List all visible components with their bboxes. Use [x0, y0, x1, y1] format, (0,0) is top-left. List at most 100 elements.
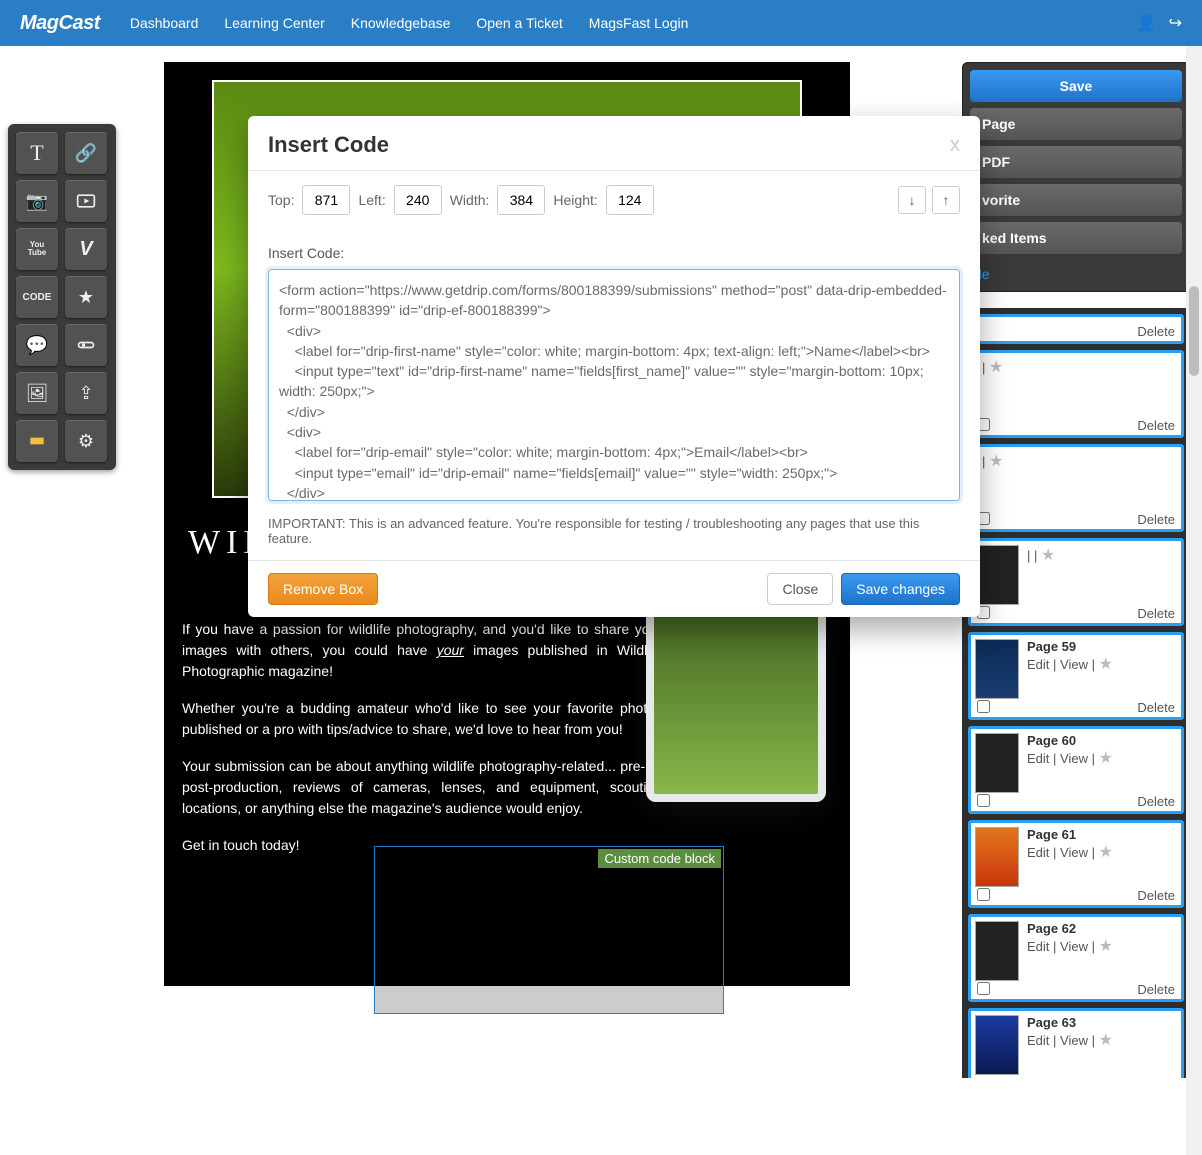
width-input[interactable]: [497, 185, 545, 215]
nav-learning-center[interactable]: Learning Center: [224, 15, 324, 31]
page-title: Page 59: [1027, 639, 1177, 654]
code-tool[interactable]: CODE: [16, 276, 58, 318]
bring-front-button[interactable]: ↑: [932, 186, 960, 214]
nav-magsfast-login[interactable]: MagsFast Login: [589, 15, 689, 31]
slider-tool[interactable]: [65, 324, 107, 366]
page-delete[interactable]: Delete: [1137, 700, 1175, 715]
page-card[interactable]: Page 62Edit | View | ★Delete: [968, 914, 1184, 1002]
left-input[interactable]: [394, 185, 442, 215]
nav-links: Dashboard Learning Center Knowledgebase …: [130, 15, 689, 31]
height-label: Height:: [553, 192, 597, 208]
page-delete[interactable]: Delete: [1137, 512, 1175, 527]
highlight-tool[interactable]: [16, 420, 58, 462]
nav-knowledgebase[interactable]: Knowledgebase: [351, 15, 451, 31]
text-tool[interactable]: T: [16, 132, 58, 174]
body-paragraph-3: Your submission can be about anything wi…: [182, 756, 662, 819]
page-view[interactable]: View: [1060, 939, 1088, 954]
page-delete[interactable]: Delete: [1137, 794, 1175, 809]
panel-link[interactable]: de: [970, 260, 1182, 284]
page-delete[interactable]: Delete: [1137, 888, 1175, 903]
page-title: Page 60: [1027, 733, 1177, 748]
width-label: Width:: [450, 192, 490, 208]
page-view[interactable]: View: [1060, 657, 1088, 672]
user-icon[interactable]: 👤: [1137, 13, 1157, 33]
video-tool[interactable]: [65, 180, 107, 222]
page-checkbox[interactable]: [977, 888, 990, 901]
page-delete[interactable]: Delete: [1137, 418, 1175, 433]
page-title: Page 63: [1027, 1015, 1177, 1030]
code-block-label: Custom code block: [598, 849, 721, 868]
link-tool[interactable]: 🔗: [65, 132, 107, 174]
modal-title: Insert Code: [268, 132, 389, 158]
star-icon[interactable]: ★: [989, 359, 1003, 376]
vimeo-tool[interactable]: V: [65, 228, 107, 270]
body-paragraph-2: Whether you're a budding amateur who'd l…: [182, 698, 662, 740]
page-thumbnail: [975, 639, 1019, 699]
page-view[interactable]: View: [1060, 1033, 1088, 1048]
page-edit[interactable]: Edit: [1027, 939, 1049, 954]
custom-code-block[interactable]: Custom code block: [374, 846, 724, 1014]
page-edit[interactable]: Edit: [1027, 1033, 1049, 1048]
page-card[interactable]: Page 63Edit | View | ★: [968, 1008, 1184, 1078]
page-thumbnail: [975, 1015, 1019, 1075]
send-back-button[interactable]: ↓: [898, 186, 926, 214]
insert-code-modal: Insert Code x Top: Left: Width: Height: …: [248, 116, 980, 617]
page-delete[interactable]: Delete: [1137, 982, 1175, 997]
star-icon[interactable]: ★: [1099, 750, 1113, 767]
top-input[interactable]: [302, 185, 350, 215]
save-button[interactable]: Save: [970, 70, 1182, 102]
code-textarea[interactable]: [268, 269, 960, 501]
page-card[interactable]: | | ★Delete: [968, 538, 1184, 626]
page-button[interactable]: Page: [970, 108, 1182, 140]
modal-close-icon[interactable]: x: [950, 134, 960, 157]
star-icon[interactable]: ★: [1099, 1032, 1113, 1049]
logout-icon[interactable]: ↪: [1169, 13, 1182, 33]
page-checkbox[interactable]: [977, 700, 990, 713]
favorite-tool[interactable]: ★: [65, 276, 107, 318]
star-icon[interactable]: ★: [1099, 656, 1113, 673]
height-input[interactable]: [606, 185, 654, 215]
body-paragraph-1: If you have a passion for wildlife photo…: [182, 619, 662, 682]
youtube-tool[interactable]: YouTube: [16, 228, 58, 270]
image-tool[interactable]: 📷: [16, 180, 58, 222]
page-scrollbar[interactable]: [1186, 46, 1202, 1155]
left-label: Left:: [358, 192, 385, 208]
page-card[interactable]: | | ★Delete: [968, 444, 1184, 532]
page-delete[interactable]: Delete: [1137, 606, 1175, 621]
linked-items-button[interactable]: ked Items: [970, 222, 1182, 254]
scroll-thumb[interactable]: [1189, 286, 1199, 376]
star-icon[interactable]: ★: [989, 453, 1003, 470]
page-checkbox[interactable]: [977, 982, 990, 995]
page-card[interactable]: Page 60Edit | View | ★Delete: [968, 726, 1184, 814]
page-view[interactable]: View: [1060, 751, 1088, 766]
page-edit[interactable]: Edit: [1027, 657, 1049, 672]
export-tool[interactable]: ⇪: [65, 372, 107, 414]
page-delete[interactable]: Delete: [1137, 324, 1175, 339]
nav-open-ticket[interactable]: Open a Ticket: [476, 15, 562, 31]
page-edit[interactable]: Edit: [1027, 751, 1049, 766]
pdf-button[interactable]: PDF: [970, 146, 1182, 178]
page-card[interactable]: Page 59Edit | View | ★Delete: [968, 632, 1184, 720]
page-thumbnail: [975, 921, 1019, 981]
top-label: Top:: [268, 192, 294, 208]
insert-code-label: Insert Code:: [268, 245, 960, 261]
settings-tool[interactable]: ⚙: [65, 420, 107, 462]
close-button[interactable]: Close: [767, 573, 833, 605]
remove-box-button[interactable]: Remove Box: [268, 573, 378, 605]
star-icon[interactable]: ★: [1041, 547, 1055, 564]
star-icon[interactable]: ★: [1099, 844, 1113, 861]
page-edit[interactable]: Edit: [1027, 845, 1049, 860]
favorite-button[interactable]: vorite: [970, 184, 1182, 216]
page-thumbnail: [975, 545, 1019, 605]
page-checkbox[interactable]: [977, 794, 990, 807]
star-icon[interactable]: ★: [1099, 938, 1113, 955]
page-card[interactable]: | | ★Delete: [968, 350, 1184, 438]
pages-list[interactable]: Delete | | ★Delete | | ★Delete | | ★Dele…: [962, 308, 1190, 1078]
page-view[interactable]: View: [1060, 845, 1088, 860]
nav-dashboard[interactable]: Dashboard: [130, 15, 199, 31]
gallery-tool[interactable]: 🖼: [16, 372, 58, 414]
save-changes-button[interactable]: Save changes: [841, 573, 960, 605]
page-card[interactable]: Delete: [968, 314, 1184, 344]
comment-tool[interactable]: 💬: [16, 324, 58, 366]
page-card[interactable]: Page 61Edit | View | ★Delete: [968, 820, 1184, 908]
